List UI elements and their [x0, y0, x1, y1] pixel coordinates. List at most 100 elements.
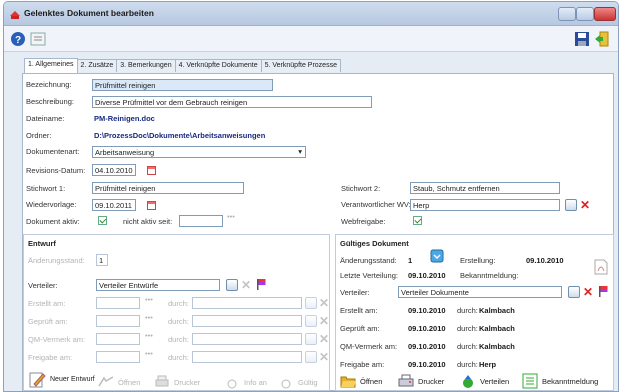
maximize-button[interactable] [576, 7, 594, 21]
wiedervorlage-label: Wiedervorlage: [26, 200, 77, 209]
entwurf-oeffnen-button[interactable]: Öffnen [98, 374, 140, 390]
clear-icon[interactable]: ✕ [319, 333, 329, 345]
entwurf-aenderungsstand-label: Änderungsstand: [28, 256, 85, 265]
entwurf-freigabe-durch-field[interactable] [192, 351, 302, 363]
entwurf-oeffnen-label: Öffnen [118, 377, 141, 387]
calendar-icon[interactable] [147, 166, 156, 175]
entwurf-qm-date[interactable] [96, 333, 140, 345]
clear-icon[interactable]: ✕ [319, 297, 329, 309]
select-verteiler-button[interactable] [568, 286, 580, 298]
ordner-value: D:\ProzessDoc\Dokumente\Arbeitsanweisung… [94, 131, 266, 140]
beschreibung-label: Beschreibung: [26, 97, 74, 106]
stichwort1-label: Stichwort 1: [26, 184, 66, 193]
tab-bemerkungen[interactable]: 3. Bemerkungen [116, 59, 176, 72]
tab-allgemeines[interactable]: 1. Allgemeines [24, 58, 78, 73]
entwurf-drucker-button[interactable]: Drucker [154, 374, 200, 390]
tab-verknuepfte-prozesse[interactable]: 5. Verknüpfte Prozesse [260, 59, 341, 72]
select-verteiler-button[interactable] [226, 279, 238, 291]
entwurf-erstellt-date[interactable] [96, 297, 140, 309]
calendar-icon[interactable]: ••• [227, 212, 235, 221]
flag-icon[interactable] [599, 286, 608, 297]
bekanntmeldung-button-label: Bekanntmeldung [542, 376, 599, 386]
entwurf-geprueft-durch-label: durch: [168, 317, 189, 326]
gueltig-verteiler-field[interactable]: Verteiler Dokumente [398, 286, 562, 298]
entwurf-freigabe-date[interactable] [96, 351, 140, 363]
flag-icon[interactable] [257, 279, 266, 290]
entwurf-qm-durch-field[interactable] [192, 333, 302, 345]
entwurf-freigabe-label: Freigabe am: [28, 353, 73, 362]
dokument-aktiv-label: Dokument aktiv: [26, 217, 80, 226]
entwurf-verteiler-field[interactable]: Verteiler Entwürfe [96, 279, 220, 291]
stichwort2-label: Stichwort 2: [341, 184, 381, 193]
bezeichnung-label: Bezeichnung: [26, 80, 72, 89]
app-icon [10, 11, 20, 19]
main-window: Gelenktes Dokument bearbeiten ? 1. Allge… [3, 1, 619, 392]
neuer-entwurf-button[interactable]: Neuer Entwurf [28, 371, 95, 389]
form-icon[interactable] [30, 31, 46, 47]
gueltig-aenderungsstand-label: Änderungsstand: [340, 256, 397, 265]
entwurf-info-button[interactable]: Info an [224, 374, 267, 390]
dokumentenart-select[interactable]: Arbeitsanweisung ▾ [92, 146, 306, 158]
entwurf-freigabe-durch-label: durch: [168, 353, 189, 362]
title-bar[interactable]: Gelenktes Dokument bearbeiten [4, 2, 618, 26]
revisions-datum-field[interactable]: 04.10.2010 [92, 164, 136, 176]
bekanntmeldung-button[interactable]: Bekanntmeldung [522, 373, 598, 389]
entwurf-gueltig-button[interactable]: Gültig [278, 374, 318, 390]
select-person-button[interactable] [305, 333, 317, 345]
open-icon [98, 376, 114, 387]
gueltig-erstellt-durch-label: durch: [457, 306, 478, 315]
bezeichnung-field[interactable]: Prüfmittel reinigen [92, 79, 273, 91]
gueltig-drucker-label: Drucker [418, 376, 445, 386]
stichwort2-field[interactable]: Staub, Schmutz entfernen [410, 182, 560, 194]
gueltig-qm-label: QM-Vermerk am: [340, 342, 398, 351]
entwurf-geprueft-durch-field[interactable] [192, 315, 302, 327]
wiedervorlage-field[interactable]: 09.10.2011 [92, 199, 136, 211]
entwurf-qm-label: QM-Vermerk am: [28, 335, 86, 344]
tab-verknuepfte-dokumente[interactable]: 4. Verknüpfte Dokumente [174, 59, 262, 72]
exit-icon[interactable] [594, 31, 610, 47]
gueltig-drucker-button[interactable]: Drucker [398, 373, 444, 389]
verteilen-button[interactable]: Verteilen [460, 373, 509, 389]
refresh-icon[interactable] [430, 249, 444, 263]
erstellung-label: Erstellung: [460, 256, 496, 265]
help-icon[interactable]: ? [10, 31, 26, 47]
entwurf-info-label: Info an [244, 377, 267, 387]
bekanntmeldung-label: Bekanntmeldung: [460, 271, 519, 280]
valid-icon [281, 379, 291, 389]
calendar-icon: ••• [145, 313, 153, 322]
clear-icon[interactable]: ✕ [319, 315, 329, 327]
verantwortlicher-field[interactable]: Herp [410, 199, 560, 211]
entwurf-geprueft-date[interactable] [96, 315, 140, 327]
clear-icon[interactable]: ✕ [241, 279, 251, 291]
tab-zusaetze[interactable]: 2. Zusätze [76, 59, 118, 72]
calendar-icon: ••• [145, 295, 153, 304]
pdf-icon[interactable] [594, 259, 608, 275]
entwurf-aenderungsstand-field[interactable]: 1 [96, 254, 108, 266]
gueltig-oeffnen-button[interactable]: Öffnen [340, 373, 382, 389]
clear-icon[interactable]: ✕ [319, 351, 329, 363]
dokument-aktiv-checkbox[interactable] [98, 216, 107, 225]
verteilen-label: Verteilen [480, 376, 510, 386]
entwurf-title: Entwurf [28, 239, 56, 248]
nicht-aktiv-field[interactable] [179, 215, 223, 227]
clear-icon[interactable]: ✕ [580, 199, 590, 211]
select-person-button[interactable] [305, 297, 317, 309]
select-person-button[interactable] [565, 199, 577, 211]
select-person-button[interactable] [305, 315, 317, 327]
minimize-button[interactable] [558, 7, 576, 21]
beschreibung-field[interactable]: Diverse Prüfmittel vor dem Gebrauch rein… [92, 96, 372, 108]
gueltig-erstellt-date: 09.10.2010 [408, 306, 446, 315]
calendar-icon: ••• [145, 349, 153, 358]
close-button[interactable] [594, 7, 616, 21]
select-person-button[interactable] [305, 351, 317, 363]
verantwortlicher-label: Verantwortlicher WV: [341, 200, 411, 209]
clear-icon[interactable]: ✕ [583, 286, 593, 298]
dropdown-arrow-icon[interactable]: ▾ [298, 147, 302, 156]
webfreigabe-checkbox[interactable] [413, 216, 422, 225]
gueltig-freigabe-durch-label: durch: [457, 360, 478, 369]
save-icon[interactable] [574, 31, 590, 47]
entwurf-erstellt-durch-field[interactable] [192, 297, 302, 309]
calendar-icon[interactable] [147, 201, 156, 210]
gueltig-freigabe-date: 09.10.2010 [408, 360, 446, 369]
stichwort1-field[interactable]: Prüfmittel reinigen [92, 182, 244, 194]
